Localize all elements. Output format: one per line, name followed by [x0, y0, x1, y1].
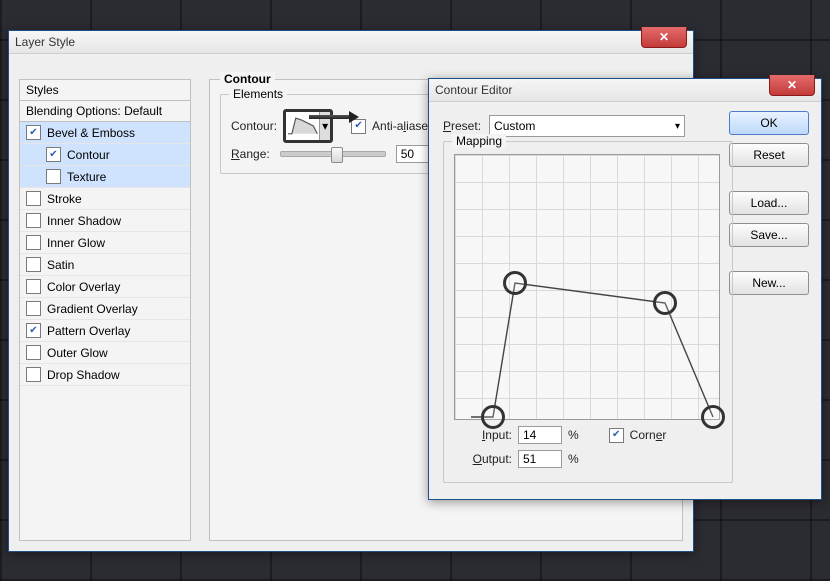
range-label: Range: [231, 147, 270, 161]
style-item-label: Inner Shadow [47, 214, 121, 228]
style-item-label: Stroke [47, 192, 82, 206]
style-item-contour[interactable]: ✔ Contour [20, 144, 190, 166]
style-checkbox[interactable] [26, 301, 41, 316]
style-checkbox[interactable] [26, 345, 41, 360]
style-item-label: Pattern Overlay [47, 324, 130, 338]
blending-options-header[interactable]: Blending Options: Default [20, 101, 190, 122]
style-item-label: Satin [47, 258, 74, 272]
close-icon[interactable]: ✕ [641, 27, 687, 48]
contour-editor-titlebar[interactable]: Contour Editor ✕ [429, 79, 821, 102]
style-checkbox[interactable] [46, 169, 61, 184]
style-item-satin[interactable]: Satin [20, 254, 190, 276]
load-button[interactable]: Load... [729, 191, 809, 215]
style-item-label: Outer Glow [47, 346, 108, 360]
elements-label: Elements [229, 87, 287, 101]
style-item-pattern-overlay[interactable]: ✔ Pattern Overlay [20, 320, 190, 342]
chevron-down-icon: ▾ [675, 121, 680, 132]
styles-list: Styles Blending Options: Default ✔ Bevel … [19, 79, 191, 541]
style-checkbox[interactable]: ✔ [26, 323, 41, 338]
percent-sign: % [568, 428, 579, 442]
layer-style-title: Layer Style [15, 35, 75, 49]
corner-label: Corner [630, 428, 667, 442]
ok-button[interactable]: OK [729, 111, 809, 135]
layer-style-titlebar[interactable]: Layer Style ✕ [9, 31, 693, 54]
style-checkbox[interactable]: ✔ [46, 147, 61, 162]
save-button[interactable]: Save... [729, 223, 809, 247]
style-item-gradient-overlay[interactable]: Gradient Overlay [20, 298, 190, 320]
preset-value: Custom [494, 119, 535, 133]
curve-handle[interactable] [503, 271, 527, 295]
input-label: Input: [466, 428, 512, 442]
preset-label: Preset: [443, 119, 481, 133]
range-input[interactable] [396, 145, 430, 163]
style-item-texture[interactable]: Texture [20, 166, 190, 188]
output-label: Output: [466, 452, 512, 466]
style-item-inner-glow[interactable]: Inner Glow [20, 232, 190, 254]
style-checkbox[interactable] [26, 367, 41, 382]
style-item-outer-glow[interactable]: Outer Glow [20, 342, 190, 364]
new-button[interactable]: New... [729, 271, 809, 295]
input-field[interactable] [518, 426, 562, 444]
preset-dropdown[interactable]: Custom ▾ [489, 115, 685, 137]
arrow-right-icon [309, 112, 357, 122]
style-item-label: Texture [67, 170, 106, 184]
style-item-label: Color Overlay [47, 280, 120, 294]
range-slider[interactable] [280, 151, 386, 157]
contour-editor-title: Contour Editor [435, 83, 512, 97]
close-icon[interactable]: ✕ [769, 75, 815, 96]
style-item-inner-shadow[interactable]: Inner Shadow [20, 210, 190, 232]
percent-sign: % [568, 452, 579, 466]
style-checkbox[interactable] [26, 235, 41, 250]
mapping-canvas[interactable] [454, 154, 720, 420]
style-checkbox[interactable] [26, 213, 41, 228]
reset-button[interactable]: Reset [729, 143, 809, 167]
style-checkbox[interactable] [26, 257, 41, 272]
style-item-drop-shadow[interactable]: Drop Shadow [20, 364, 190, 386]
style-checkbox[interactable]: ✔ [26, 125, 41, 140]
curve-path [455, 155, 719, 419]
style-item-label: Contour [67, 148, 110, 162]
style-item-bevel-emboss[interactable]: ✔ Bevel & Emboss [20, 122, 190, 144]
anti-aliased-label: Anti-aliased [372, 119, 435, 133]
contour-label: Contour: [231, 119, 277, 133]
style-item-color-overlay[interactable]: Color Overlay [20, 276, 190, 298]
contour-section-title: Contour [220, 72, 275, 86]
style-checkbox[interactable] [26, 191, 41, 206]
style-item-label: Drop Shadow [47, 368, 120, 382]
style-item-label: Inner Glow [47, 236, 105, 250]
style-item-label: Bevel & Emboss [47, 126, 135, 140]
style-checkbox[interactable] [26, 279, 41, 294]
corner-checkbox[interactable]: ✔ [609, 428, 624, 443]
mapping-label: Mapping [452, 134, 506, 148]
style-item-stroke[interactable]: Stroke [20, 188, 190, 210]
style-item-label: Gradient Overlay [47, 302, 138, 316]
styles-header: Styles [20, 80, 190, 101]
curve-handle[interactable] [701, 405, 725, 429]
mapping-fieldset: Mapping Input: % ✔ Corner Output: % [443, 141, 733, 483]
output-field[interactable] [518, 450, 562, 468]
curve-handle[interactable] [653, 291, 677, 315]
contour-editor-dialog: Contour Editor ✕ Preset: Custom ▾ OK Res… [428, 78, 822, 500]
range-slider-thumb[interactable] [331, 147, 343, 163]
